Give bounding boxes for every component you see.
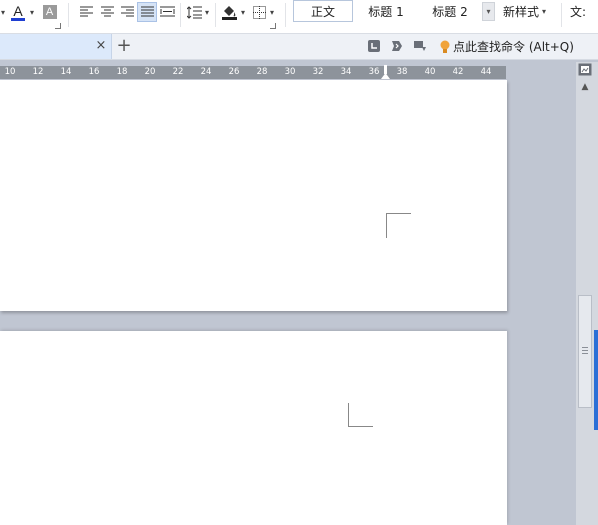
style-heading-2[interactable]: 标题 2 [420,0,480,22]
page-corner-mark [348,403,373,427]
align-right-icon [120,6,134,17]
ruler-number: 40 [424,67,436,77]
horizontal-ruler[interactable]: 10 12 14 16 18 20 22 24 26 28 30 32 34 36 38 40 42 44 [0,65,506,79]
borders-dropdown[interactable]: ▾ [268,2,276,22]
new-style-menu[interactable]: 新样式 ▾ [503,0,546,22]
font-dialog-launcher[interactable] [55,23,61,29]
paragraph-dialog-launcher[interactable] [270,23,276,29]
style-normal-label: 正文 [310,4,335,19]
ruler-number: 26 [228,67,240,77]
command-search-label: 点此查找命令 (Alt+Q) [453,40,574,54]
style-heading-2-label: 标题 2 [432,4,468,19]
align-center-icon [100,6,114,17]
ruler-number: 24 [200,67,212,77]
separator [215,3,216,27]
split-view-icon[interactable] [578,63,592,76]
style-heading-1-label: 标题 1 [368,4,404,19]
justify-icon [140,6,154,17]
separator [68,3,69,27]
history-icon[interactable] [367,39,381,53]
borders-button[interactable] [251,2,267,22]
chevron-down-icon: ▾ [486,7,491,16]
grip-line [582,353,588,354]
chevron-down-icon: ▾ [542,6,547,16]
ruler-number: 30 [284,67,296,77]
collaborate-icon[interactable] [413,39,427,53]
shading-button[interactable] [220,2,238,22]
font-color-dropdown[interactable]: ▾ [28,2,36,22]
shading-dropdown[interactable]: ▾ [239,2,247,22]
ruler-number: 16 [88,67,100,77]
scroll-up-arrow-icon[interactable]: ▲ [579,82,591,92]
font-color-icon: A [13,2,23,19]
paint-bucket-icon [223,5,235,16]
vertical-scrollbar[interactable] [576,62,598,525]
ruler-number: 36 [368,67,380,77]
ruler-number: 12 [32,67,44,77]
style-gallery-more-button[interactable]: ▾ [482,2,495,21]
ribbon-toolbar: ▾ A ▾ A ▾ ▾ ▾ 正文 标题 1 标题 2 ▾ 新样式 ▾ 文: [0,0,598,34]
separator [561,3,562,27]
separator [180,3,181,27]
ruler-number: 20 [144,67,156,77]
ruler-number: 28 [256,67,268,77]
right-indent-marker[interactable] [381,65,390,79]
ruler-number: 18 [116,67,128,77]
text-tools-label: 文: [570,4,587,19]
dropdown-arrow[interactable]: ▾ [0,2,6,22]
page-corner-mark [386,213,411,238]
borders-icon [252,5,266,19]
font-color-button[interactable]: A [9,2,27,22]
new-style-label: 新样式 [503,4,540,19]
distributed-align-icon [159,6,175,17]
new-tab-icon[interactable]: + [116,36,132,56]
justify-button[interactable] [137,2,157,22]
align-right-button[interactable] [119,2,135,22]
ruler-number: 34 [340,67,352,77]
line-spacing-icon [186,5,202,19]
text-tools-menu[interactable]: 文: [570,0,586,22]
line-spacing-dropdown[interactable]: ▾ [203,2,211,22]
ruler-number: 14 [60,67,72,77]
document-page[interactable] [0,331,507,525]
shading-color-bar [221,16,237,20]
align-center-button[interactable] [99,2,115,22]
command-search[interactable]: 点此查找命令 (Alt+Q) [440,37,574,56]
grip-line [582,347,588,348]
align-left-button[interactable] [78,2,94,22]
document-tab[interactable]: × [0,34,112,59]
ruler-number: 44 [480,67,492,77]
lightbulb-icon [440,40,450,53]
character-shading-icon: A [42,5,57,19]
ruler-number: 22 [172,67,184,77]
style-heading-1[interactable]: 标题 1 [357,0,415,22]
style-normal[interactable]: 正文 [293,0,353,22]
grip-line [582,350,588,351]
document-page[interactable] [0,80,507,311]
close-tab-icon[interactable]: × [94,38,108,54]
font-color-bar [11,17,25,21]
ruler-number: 32 [312,67,324,77]
scrollbar-thumb[interactable] [578,295,592,408]
highlight-button[interactable]: A [42,2,57,22]
side-panel-tab[interactable] [594,330,598,430]
distributed-align-button[interactable] [158,2,176,22]
document-tab-bar: × + 点此查找命令 (Alt+Q) [0,34,598,60]
ruler-number: 42 [452,67,464,77]
separator [285,3,286,27]
share-icon[interactable] [390,39,404,53]
ruler-number: 38 [396,67,408,77]
align-left-icon [79,6,93,17]
ruler-number: 10 [4,67,16,77]
line-spacing-button[interactable] [186,2,202,22]
